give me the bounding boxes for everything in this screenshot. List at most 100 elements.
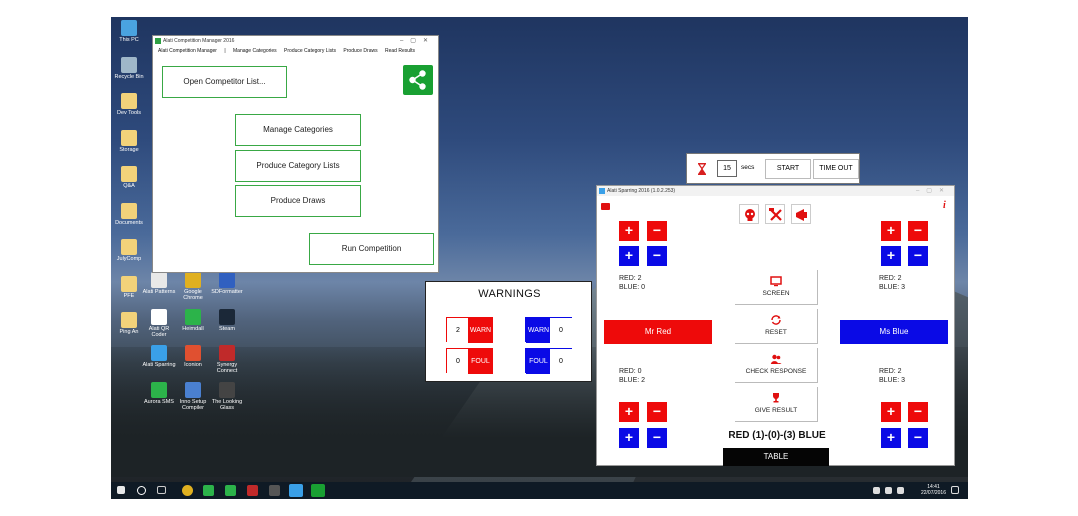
menu-item-produce-category-lists[interactable]: Produce Category Lists	[284, 48, 336, 54]
blue-warn-box[interactable]: WARN 0	[525, 317, 572, 343]
sms-taskbar-icon[interactable]	[225, 485, 236, 496]
give-result-button[interactable]: GIVE RESULT	[735, 387, 818, 422]
red-minus-button-bl[interactable]: −	[647, 402, 667, 422]
desktop-icon-iconion[interactable]: Iconion	[175, 345, 211, 368]
match-result: RED (1)-(0)-(3) BLUE	[728, 430, 826, 441]
the-looking-glass-icon	[219, 381, 235, 398]
desktop-icon-storage[interactable]: Storage	[111, 129, 147, 153]
folder-icon[interactable]	[601, 203, 610, 210]
blue-foul-box[interactable]: FOUL 0	[525, 348, 572, 374]
clock[interactable]: 14:41 22/07/2016	[921, 484, 946, 496]
desktop-icon-documents[interactable]: Documents	[111, 202, 147, 226]
seconds-input[interactable]: 15	[717, 160, 737, 177]
info-icon[interactable]: i	[943, 200, 946, 211]
desktop-icon-label: The Looking Glass	[211, 398, 243, 411]
share-button[interactable]	[403, 65, 433, 95]
red-foul-count: 0	[447, 349, 469, 374]
red-plus-button-bl[interactable]: +	[619, 402, 639, 422]
blue-plus-button-br[interactable]: +	[881, 428, 901, 448]
app-taskbar-icon[interactable]	[269, 485, 280, 496]
blue-plus-button-bl[interactable]: +	[619, 428, 639, 448]
desktop-icon-alati-sparring[interactable]: Alati Sparring	[141, 345, 177, 368]
desktop-icon-q-a[interactable]: Q&A	[111, 166, 147, 189]
red-competitor-name[interactable]: Mr Red	[604, 320, 712, 344]
judge2-score: RED: 2 BLUE: 3	[879, 274, 905, 292]
sparring-window-controls[interactable]: –▢✕	[916, 186, 951, 196]
check-response-button[interactable]: CHECK RESPONSE	[735, 348, 818, 383]
desktop-icon-dev-tools[interactable]: Dev Tools	[111, 93, 147, 116]
judge-tool-button[interactable]	[765, 204, 785, 224]
notifications-icon[interactable]	[951, 486, 959, 494]
tray-network-icon[interactable]	[885, 487, 892, 494]
red-plus-button-tl[interactable]: +	[619, 221, 639, 241]
red-minus-button-br[interactable]: −	[908, 402, 928, 422]
desktop-icon-recycle-bin[interactable]: Recycle Bin	[111, 56, 147, 80]
timer-panel: 15 secs START TIME OUT	[686, 153, 860, 184]
red-minus-button-tr[interactable]: −	[908, 221, 928, 241]
tray-volume-icon[interactable]	[897, 487, 904, 494]
desktop-icon-heimdall[interactable]: Heimdall	[175, 308, 211, 332]
red-warn-box[interactable]: 2 WARN	[446, 317, 493, 343]
sparring-taskbar-icon[interactable]	[289, 484, 303, 497]
blue-minus-button-tl[interactable]: −	[647, 246, 667, 266]
blue-minus-button-tr[interactable]: −	[908, 246, 928, 266]
open-competitor-list-button[interactable]: Open Competitor List...	[162, 66, 287, 98]
iconion-icon	[185, 345, 201, 361]
warnings-panel: WARNINGS 2 WARN WARN 0 0 FOUL FOUL 0	[425, 281, 592, 382]
media-taskbar-icon[interactable]	[247, 485, 258, 496]
desktop-icon-inno-setup-compiler[interactable]: Inno Setup Compiler	[175, 381, 211, 411]
taskbar: 14:41 22/07/2016	[111, 482, 968, 499]
announce-tool-button[interactable]	[791, 204, 811, 224]
blue-minus-button-bl[interactable]: −	[647, 428, 667, 448]
screen-button[interactable]: SCREEN	[735, 270, 818, 305]
sparring-titlebar[interactable]: Alati Sparring 2016 (1.0.2.253) –▢✕	[597, 186, 954, 196]
blue-minus-button-br[interactable]: −	[908, 428, 928, 448]
sparring-app-icon	[599, 188, 605, 194]
competition-manager-window: Alati Competition Manager 2016 –▢✕ Alati…	[152, 35, 439, 273]
manage-categories-button[interactable]: Manage Categories	[235, 114, 361, 146]
menu-item-manage-categories[interactable]: Manage Categories	[233, 48, 277, 54]
blue-foul-label: FOUL	[526, 349, 551, 374]
desktop-icon-aurora-sms[interactable]: Aurora SMS	[141, 381, 177, 405]
desktop-icon-synergy-connect[interactable]: Synergy Connect	[209, 345, 245, 374]
desktop-icon-google-chrome[interactable]: Google Chrome	[175, 272, 211, 301]
blue-plus-button-tl[interactable]: +	[619, 246, 639, 266]
chrome-taskbar-icon[interactable]	[182, 485, 193, 496]
table-button[interactable]: TABLE	[723, 448, 829, 466]
produce-draws-button[interactable]: Produce Draws	[235, 185, 361, 217]
desktop-icon-the-looking-glass[interactable]: The Looking Glass	[209, 381, 245, 411]
blue-plus-button-tr[interactable]: +	[881, 246, 901, 266]
red-minus-button-tl[interactable]: −	[647, 221, 667, 241]
synergy-connect-icon	[219, 345, 235, 361]
run-competition-button[interactable]: Run Competition	[309, 233, 434, 265]
desktop-icon-sdformatter[interactable]: SDFormatter	[209, 272, 245, 295]
desktop-icon-steam[interactable]: Steam	[209, 308, 245, 332]
menu-item-read-results[interactable]: Read Results	[385, 48, 415, 54]
monitor-icon	[770, 276, 782, 287]
manager-titlebar[interactable]: Alati Competition Manager 2016 –▢✕	[153, 36, 438, 46]
desktop-icon-this-pc[interactable]: This PC	[111, 20, 147, 43]
heimdall-taskbar-icon[interactable]	[203, 485, 214, 496]
timeout-button[interactable]: TIME OUT	[813, 159, 859, 179]
red-foul-box[interactable]: 0 FOUL	[446, 348, 493, 374]
red-plus-button-br[interactable]: +	[881, 402, 901, 422]
red-plus-button-tr[interactable]: +	[881, 221, 901, 241]
window-controls[interactable]: –▢✕	[400, 36, 435, 46]
penalty-tool-button[interactable]	[739, 204, 759, 224]
desktop-icon-julycomp[interactable]: JulyComp	[111, 239, 147, 262]
blue-competitor-name[interactable]: Ms Blue	[840, 320, 948, 344]
windows-start-icon[interactable]	[117, 486, 125, 494]
start-button[interactable]: START	[765, 159, 811, 179]
tray-shield-icon[interactable]	[873, 487, 880, 494]
menu-item-home[interactable]: Alati Competition Manager	[158, 48, 217, 54]
produce-category-lists-button[interactable]: Produce Category Lists	[235, 150, 361, 182]
manager-taskbar-icon[interactable]	[311, 484, 325, 497]
desktop-icon-alati-patterns[interactable]: Alati Patterns	[141, 272, 177, 295]
skull-icon	[745, 209, 755, 221]
cortana-icon[interactable]	[137, 486, 146, 495]
menu-item-produce-draws[interactable]: Produce Draws	[343, 48, 377, 54]
task-view-icon[interactable]	[157, 486, 166, 494]
reset-button[interactable]: RESET	[735, 309, 818, 344]
desktop-icon-alati-qr-coder[interactable]: Alati QR Coder	[141, 308, 177, 338]
q-a-icon	[121, 166, 137, 182]
